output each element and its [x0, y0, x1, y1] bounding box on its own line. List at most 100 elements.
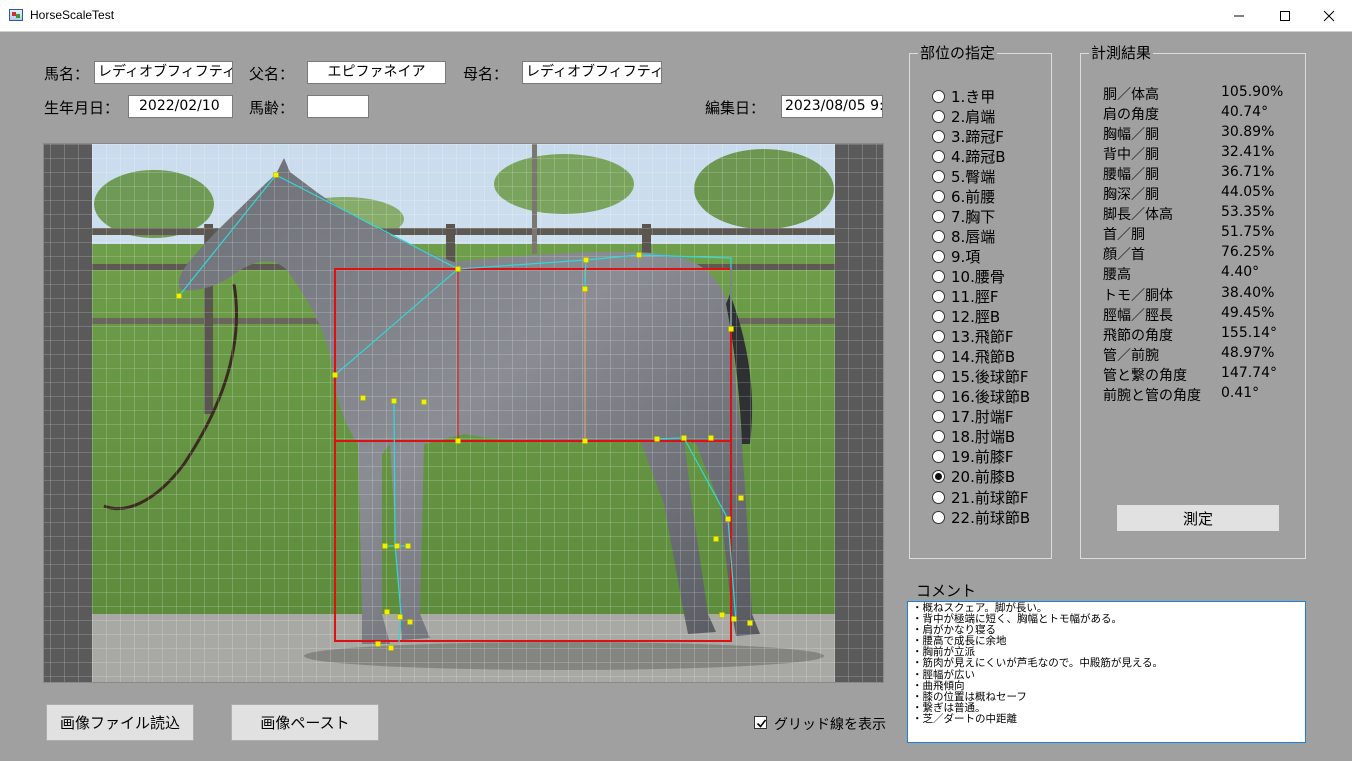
marker-point[interactable]: [388, 645, 394, 651]
radio-icon[interactable]: [932, 249, 945, 263]
marker-point[interactable]: [421, 399, 427, 405]
part-radio-label[interactable]: 10.腰骨: [951, 266, 1005, 287]
radio-icon[interactable]: [932, 129, 945, 143]
marker-point[interactable]: [455, 438, 461, 444]
close-button[interactable]: [1306, 0, 1352, 32]
part-radio-label[interactable]: 1.き甲: [951, 86, 995, 107]
marker-point[interactable]: [382, 543, 388, 549]
radio-icon[interactable]: [932, 229, 945, 243]
radio-icon[interactable]: [932, 330, 945, 344]
part-radio-label[interactable]: 8.唇端: [951, 226, 995, 247]
part-radio-1[interactable]: 1.き甲: [932, 86, 995, 106]
radio-checked-icon[interactable]: [932, 470, 945, 484]
part-radio-15[interactable]: 15.後球節F: [932, 367, 1028, 387]
marker-point[interactable]: [681, 435, 687, 441]
marker-point[interactable]: [725, 516, 731, 522]
part-radio-21[interactable]: 21.前球節F: [932, 487, 1028, 507]
marker-point[interactable]: [375, 641, 381, 647]
horse-name-field[interactable]: レディオブフィフティ22: [94, 61, 233, 84]
maximize-button[interactable]: [1262, 0, 1308, 32]
grid-toggle-checkbox[interactable]: [754, 716, 767, 729]
radio-icon[interactable]: [932, 390, 945, 404]
measure-button[interactable]: 測定: [1117, 505, 1279, 531]
marker-point[interactable]: [273, 172, 279, 178]
marker-point[interactable]: [455, 266, 461, 272]
marker-point[interactable]: [582, 438, 588, 444]
sire-field[interactable]: エピファネイア: [307, 61, 446, 84]
part-radio-7[interactable]: 7.胸下: [932, 206, 995, 226]
radio-icon[interactable]: [932, 370, 945, 384]
marker-point[interactable]: [405, 543, 411, 549]
part-radio-14[interactable]: 14.飛節B: [932, 347, 1015, 367]
part-radio-label[interactable]: 2.肩端: [951, 106, 995, 127]
marker-point[interactable]: [391, 398, 397, 404]
part-radio-label[interactable]: 5.臀端: [951, 166, 995, 187]
radio-icon[interactable]: [932, 310, 945, 324]
radio-icon[interactable]: [932, 430, 945, 444]
marker-point[interactable]: [384, 609, 390, 615]
radio-icon[interactable]: [932, 510, 945, 524]
horse-image-canvas[interactable]: [44, 144, 884, 683]
marker-point[interactable]: [713, 536, 719, 542]
part-radio-5[interactable]: 5.臀端: [932, 166, 995, 186]
radio-icon[interactable]: [932, 290, 945, 303]
part-radio-8[interactable]: 8.唇端: [932, 226, 995, 246]
comment-textarea[interactable]: ・概ねスクェア。脚が長い。 ・背中が極端に短く、胸幅とトモ幅がある。 ・肩がかなり寝…: [907, 601, 1306, 743]
radio-icon[interactable]: [932, 410, 945, 424]
marker-point[interactable]: [728, 326, 734, 332]
paste-image-button[interactable]: 画像ペースト: [231, 704, 379, 741]
part-radio-label[interactable]: 13.飛節F: [951, 326, 1013, 347]
part-radio-label[interactable]: 19.前膝F: [951, 446, 1013, 467]
dam-field[interactable]: レディオブフィフティ: [522, 61, 662, 84]
marker-point[interactable]: [747, 620, 753, 626]
part-radio-label[interactable]: 15.後球節F: [951, 366, 1028, 387]
radio-icon[interactable]: [932, 169, 945, 183]
part-radio-19[interactable]: 19.前膝F: [932, 447, 1013, 467]
edit-date-field[interactable]: 2023/08/05 9:: [781, 95, 883, 118]
part-radio-22[interactable]: 22.前球節B: [932, 507, 1030, 527]
part-radio-13[interactable]: 13.飛節F: [932, 327, 1013, 347]
part-radio-16[interactable]: 16.後球節B: [932, 387, 1030, 407]
part-radio-label[interactable]: 20.前膝B: [951, 466, 1015, 487]
marker-point[interactable]: [708, 435, 714, 441]
part-radio-label[interactable]: 7.胸下: [951, 206, 995, 227]
part-radio-6[interactable]: 6.前腰: [932, 186, 995, 206]
part-radio-11[interactable]: 11.脛F: [932, 287, 998, 307]
part-radio-20[interactable]: 20.前膝B: [932, 467, 1015, 487]
part-radio-17[interactable]: 17.肘端F: [932, 407, 1013, 427]
part-radio-10[interactable]: 10.腰骨: [932, 266, 1005, 286]
grid-toggle-label[interactable]: グリッド線を表示: [774, 714, 886, 734]
marker-point[interactable]: [731, 616, 737, 622]
part-radio-label[interactable]: 21.前球節F: [951, 487, 1028, 508]
part-radio-18[interactable]: 18.肘端B: [932, 427, 1015, 447]
marker-point[interactable]: [176, 293, 182, 299]
minimize-button[interactable]: [1216, 0, 1262, 32]
part-radio-label[interactable]: 16.後球節B: [951, 386, 1030, 407]
part-radio-label[interactable]: 12.脛B: [951, 306, 1000, 327]
birth-date-field[interactable]: 2022/02/10: [128, 95, 233, 118]
part-radio-9[interactable]: 9.項: [932, 246, 980, 266]
radio-icon[interactable]: [932, 149, 945, 163]
part-radio-label[interactable]: 14.飛節B: [951, 346, 1015, 367]
radio-icon[interactable]: [932, 189, 945, 203]
marker-point[interactable]: [407, 619, 413, 625]
marker-point[interactable]: [360, 395, 366, 401]
part-radio-12[interactable]: 12.脛B: [932, 307, 1000, 327]
marker-point[interactable]: [332, 372, 338, 378]
marker-point[interactable]: [719, 612, 725, 618]
part-radio-label[interactable]: 3.蹄冠F: [951, 126, 1004, 147]
age-field[interactable]: [307, 95, 369, 118]
radio-icon[interactable]: [932, 490, 945, 504]
load-image-button[interactable]: 画像ファイル読込: [46, 704, 194, 741]
radio-icon[interactable]: [932, 450, 945, 464]
part-radio-label[interactable]: 17.肘端F: [951, 406, 1013, 427]
marker-point[interactable]: [636, 252, 642, 258]
marker-point[interactable]: [738, 495, 744, 501]
part-radio-label[interactable]: 9.項: [951, 246, 980, 267]
radio-icon[interactable]: [932, 209, 945, 223]
radio-icon[interactable]: [932, 109, 945, 123]
marker-point[interactable]: [654, 436, 660, 442]
radio-icon[interactable]: [932, 269, 945, 283]
part-radio-2[interactable]: 2.肩端: [932, 106, 995, 126]
part-radio-label[interactable]: 11.脛F: [951, 286, 998, 307]
